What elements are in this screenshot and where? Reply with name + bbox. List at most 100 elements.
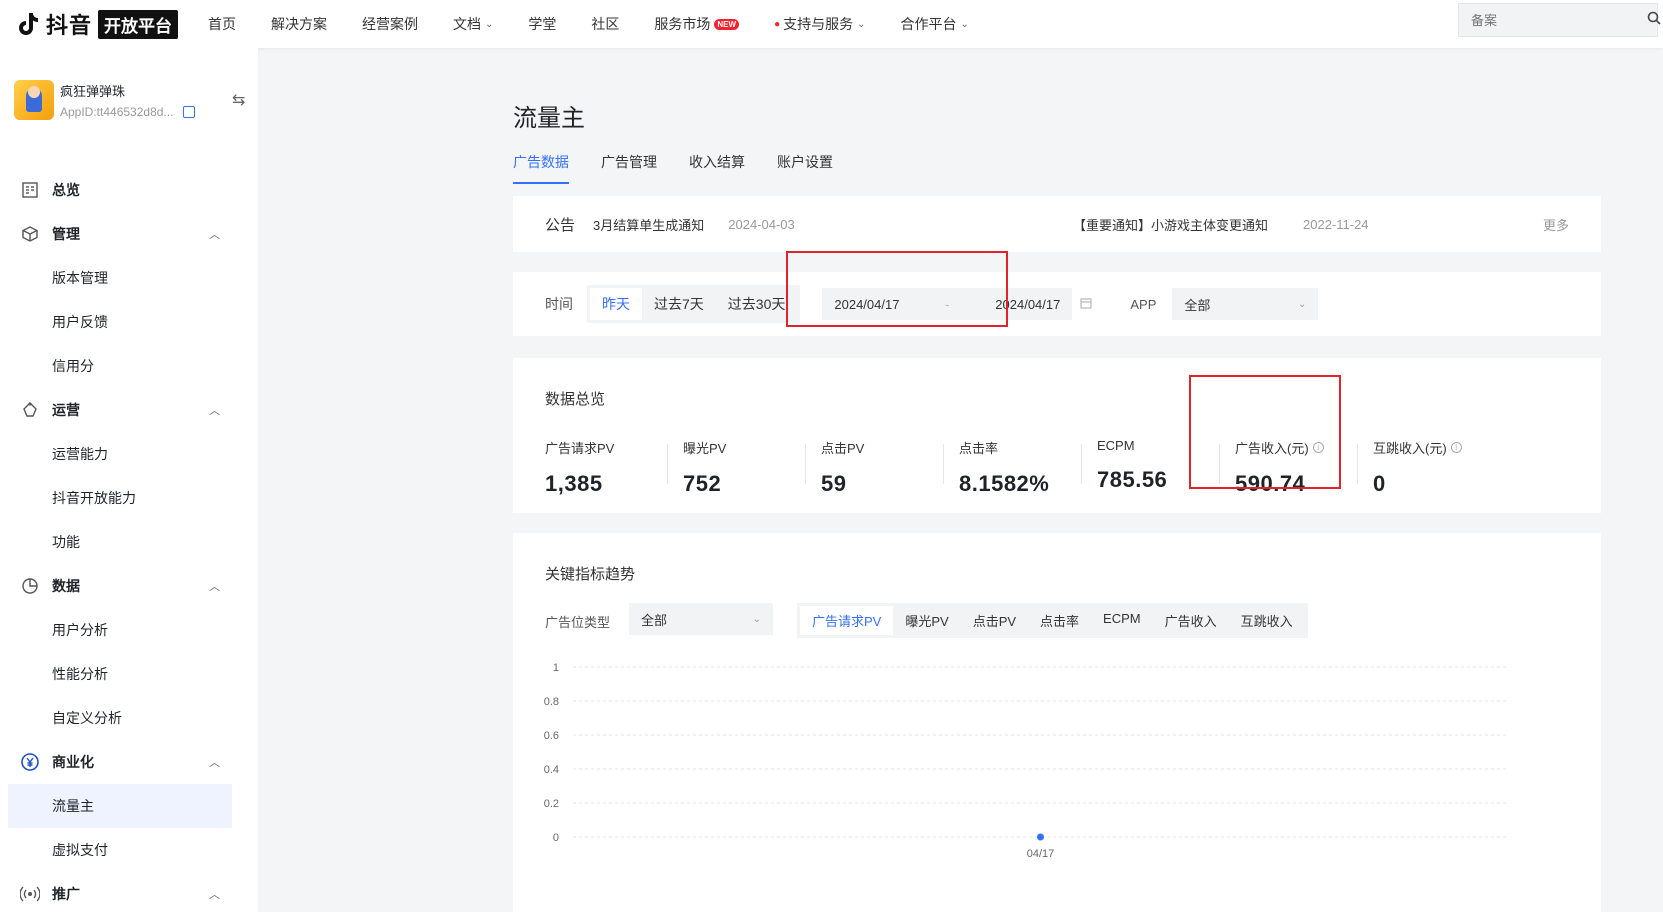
sidebar-item-12[interactable]: 自定义分析 — [0, 696, 258, 740]
nav-link-2[interactable]: 经营案例 — [362, 14, 418, 34]
tab-1[interactable]: 广告管理 — [601, 152, 657, 184]
sidebar-item-6[interactable]: 运营能力 — [0, 432, 258, 476]
notice-bar: 公告 3月结算单生成通知 2024-04-03 【重要通知】小游戏主体变更通知 … — [513, 196, 1601, 252]
metric-value: 1,385 — [545, 471, 603, 496]
nav-link-4[interactable]: 学堂 — [528, 14, 556, 34]
logo[interactable]: 抖音 开放平台 — [14, 8, 179, 40]
chevron-up-icon[interactable]: ︿ — [209, 402, 220, 418]
calendar-icon[interactable] — [1080, 297, 1092, 312]
sidebar-item-label: 版本管理 — [52, 270, 108, 286]
data-point[interactable] — [1037, 833, 1044, 841]
search-input[interactable] — [1471, 12, 1647, 28]
placement-type-value: 全部 — [641, 612, 668, 628]
brand-name: 抖音 — [46, 13, 93, 38]
nav-link-8[interactable]: 合作平台 ⌄ — [901, 14, 969, 34]
sidebar-item-7[interactable]: 抖音开放能力 — [0, 476, 258, 520]
sidebar-item-13[interactable]: 商业化 ︿ — [0, 740, 258, 784]
brand-badge: 开放平台 — [98, 9, 179, 39]
chevron-up-icon[interactable]: ︿ — [209, 226, 220, 242]
tab-3[interactable]: 账户设置 — [777, 152, 833, 184]
info-icon[interactable]: i — [1450, 442, 1462, 453]
switch-app-icon[interactable]: ⇆ — [232, 90, 245, 110]
nav-link-7[interactable]: ● 支持与服务 ⌄ — [774, 14, 865, 34]
time-presets: 昨天 过去7天 过去30天 — [587, 285, 801, 323]
nav-links: 首页 解决方案 经营案例 文档 ⌄ 学堂 社区 服务市场 NEW ● 支持与服务 ⌄ 合作平台 ⌄ — [208, 14, 1004, 34]
chevron-up-icon[interactable]: ︿ — [209, 886, 220, 902]
sidebar-item-3[interactable]: 用户反馈 — [0, 300, 258, 344]
nav-link-label: 合作平台 — [900, 16, 957, 32]
nav-link-label: 经营案例 — [362, 16, 419, 32]
chevron-down-icon: ⌄ — [752, 613, 761, 625]
metric-tab-5[interactable]: 广告收入 — [1153, 606, 1229, 635]
yuan-icon — [20, 752, 40, 772]
sidebar-item-15[interactable]: 虚拟支付 — [0, 828, 258, 872]
metric-tab-0[interactable]: 广告请求PV — [800, 606, 894, 635]
sidebar-item-14[interactable]: 流量主 — [8, 784, 232, 828]
sidebar-item-label: 总览 — [52, 182, 80, 198]
metric-tab-1[interactable]: 曝光PV — [893, 606, 960, 635]
tab-0[interactable]: 广告数据 — [513, 152, 569, 184]
sidebar-item-label: 运营能力 — [52, 446, 108, 462]
sidebar-item-11[interactable]: 性能分析 — [0, 652, 258, 696]
sidebar-item-5[interactable]: 运营 ︿ — [0, 388, 258, 432]
sidebar-item-4[interactable]: 信用分 — [0, 344, 258, 388]
y-tick-label: 1 — [553, 662, 559, 674]
metric-divider — [805, 444, 806, 484]
notice-item-2[interactable]: 【重要通知】小游戏主体变更通知 — [1073, 215, 1268, 234]
nav-link-1[interactable]: 解决方案 — [271, 14, 327, 34]
sidebar-item-8[interactable]: 功能 — [0, 520, 258, 564]
nav-link-6[interactable]: 服务市场 NEW — [654, 14, 740, 34]
metric-tabs: 广告请求PV 曝光PV 点击PV 点击率 ECPM 广告收入 互跳收入 — [797, 603, 1308, 638]
chevron-down-icon: ⌄ — [857, 18, 866, 30]
time-preset-0[interactable]: 昨天 — [590, 288, 642, 320]
app-select[interactable]: 全部 ⌄ — [1172, 288, 1319, 320]
metric-tab-3[interactable]: 点击率 — [1028, 606, 1091, 635]
y-tick-label: 0.2 — [544, 798, 559, 810]
sidebar-item-16[interactable]: 推广 ︿ — [0, 872, 258, 912]
sidebar-item-label: 推广 — [52, 886, 80, 902]
nav-link-label: 服务市场 — [654, 16, 711, 32]
y-tick-label: 0.8 — [544, 696, 559, 708]
y-tick-label: 0.4 — [544, 764, 559, 776]
metric-label-row: 互跳收入(元) i — [1373, 438, 1513, 457]
chevron-down-icon: ⌄ — [485, 18, 494, 30]
chevron-up-icon[interactable]: ︿ — [209, 578, 220, 594]
overview-title: 数据总览 — [545, 391, 606, 408]
sidebar-item-1[interactable]: 管理 ︿ — [0, 212, 258, 256]
chevron-up-icon[interactable]: ︿ — [209, 754, 220, 770]
search-icon[interactable] — [1647, 11, 1661, 30]
metric-label-row: 点击PV — [821, 438, 961, 457]
sidebar-item-label: 商业化 — [52, 754, 94, 770]
app-filter-label: APP — [1130, 296, 1157, 312]
new-badge: NEW — [714, 18, 740, 30]
notice-more-link[interactable]: 更多 — [1543, 215, 1569, 234]
notice-item-1[interactable]: 3月结算单生成通知 — [593, 215, 704, 234]
metric-tab-2[interactable]: 点击PV — [961, 606, 1028, 635]
nav-link-label: 解决方案 — [271, 16, 328, 32]
metric-divider — [667, 444, 668, 484]
tab-2[interactable]: 收入结算 — [689, 152, 745, 184]
sidebar-item-9[interactable]: 数据 ︿ — [0, 564, 258, 608]
metric-tab-4[interactable]: ECPM — [1091, 606, 1153, 635]
metric-value: 0 — [1373, 471, 1386, 496]
copy-icon[interactable] — [183, 106, 196, 118]
metric-tab-6[interactable]: 互跳收入 — [1229, 606, 1305, 635]
metric-label: 点击率 — [959, 441, 999, 456]
sidebar: 疯狂弹弹珠 AppID:tt446532d8d... ⇆ 总览 管理 ︿ 版本管理 用户… — [0, 48, 258, 912]
time-preset-1[interactable]: 过去7天 — [642, 288, 716, 320]
app-select-value: 全部 — [1184, 297, 1211, 313]
sidebar-item-10[interactable]: 用户分析 — [0, 608, 258, 652]
sidebar-item-0[interactable]: 总览 — [0, 168, 258, 212]
sidebar-item-2[interactable]: 版本管理 — [0, 256, 258, 300]
nav-link-3[interactable]: 文档 ⌄ — [453, 14, 493, 34]
nav-link-label: 支持与服务 — [783, 16, 854, 32]
sidebar-item-label: 运营 — [52, 402, 80, 418]
search-box[interactable] — [1458, 3, 1661, 37]
metric-label: 曝光PV — [683, 441, 727, 456]
time-label: 时间 — [545, 296, 573, 312]
placement-type-select[interactable]: 全部 ⌄ — [629, 603, 773, 635]
nav-link-0[interactable]: 首页 — [208, 14, 236, 34]
metric-divider — [1357, 444, 1358, 484]
cube-icon — [20, 224, 40, 244]
nav-link-5[interactable]: 社区 — [591, 14, 619, 34]
